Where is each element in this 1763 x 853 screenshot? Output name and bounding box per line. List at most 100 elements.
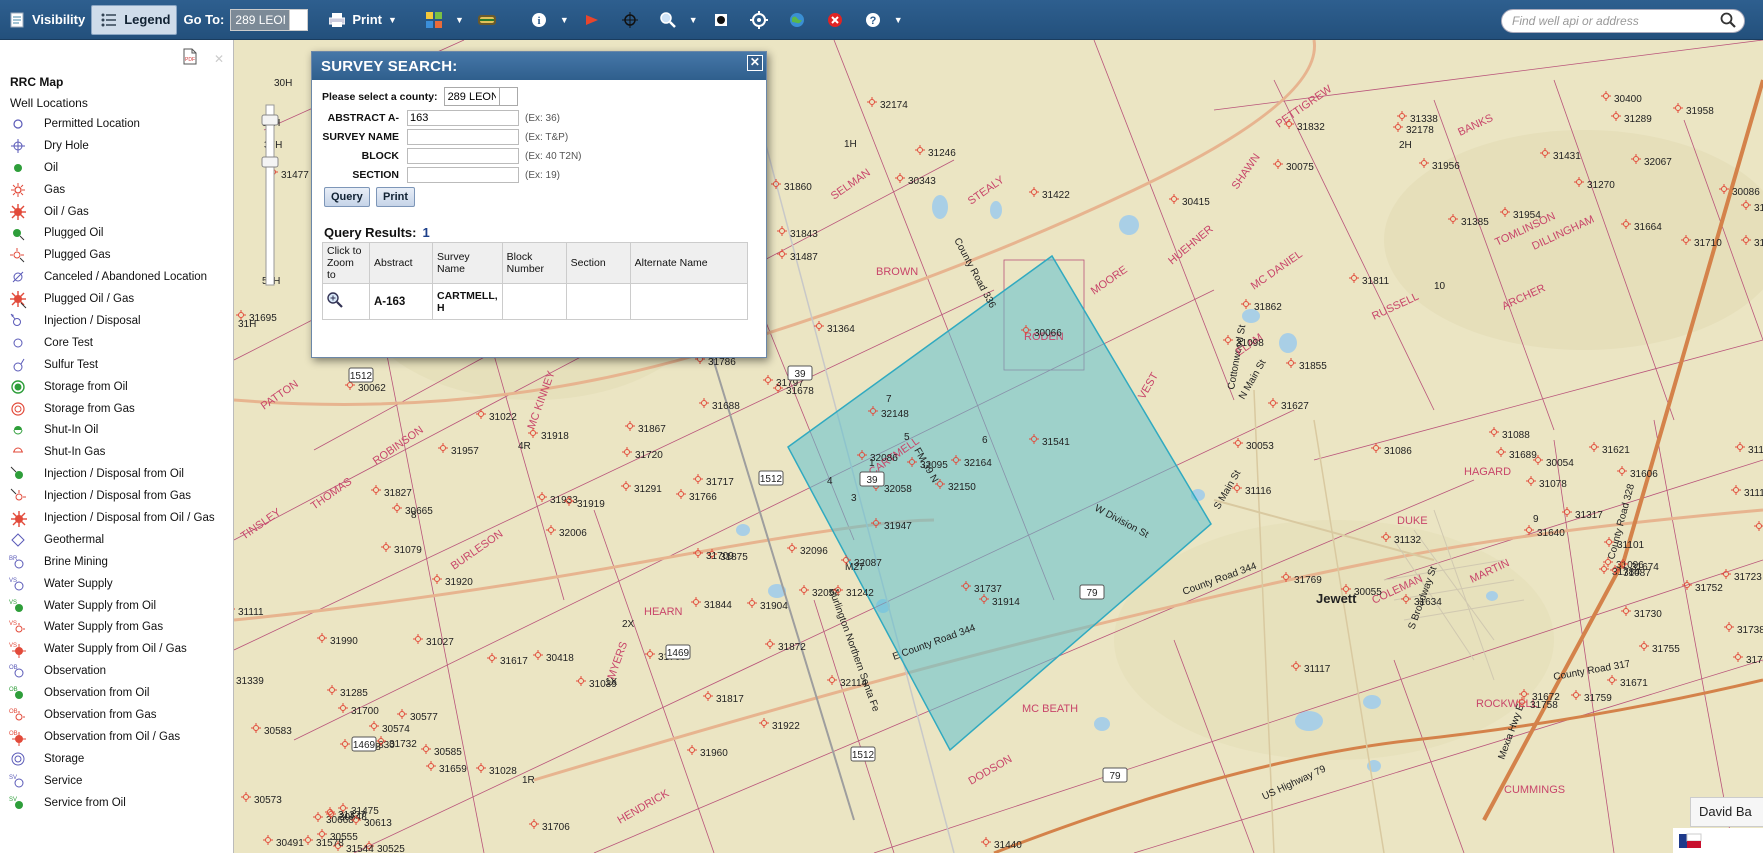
well-number: 31960 (700, 748, 728, 759)
route-shield-number: 1512 (760, 474, 783, 485)
section-label: 4R (518, 441, 531, 452)
well-number: 31242 (846, 588, 874, 599)
results-count: 1 (422, 225, 430, 240)
section-label: 2X (622, 619, 635, 630)
globe-icon (786, 9, 808, 31)
well-number: 31022 (489, 412, 517, 423)
well-number: 31422 (1042, 190, 1070, 201)
well-number: 30062 (358, 383, 386, 394)
legend-item-label: Water Supply from Oil (44, 599, 157, 612)
legend-item: Shut-In Gas (0, 441, 233, 463)
visibility-button[interactable]: Visibility (0, 5, 91, 35)
section-input[interactable] (407, 167, 519, 183)
layers-icon (476, 9, 498, 31)
legend-item: BR Brine Mining (0, 551, 233, 573)
route-shield-number: 1512 (350, 371, 373, 382)
legend-item-label: Observation from Oil / Gas (44, 730, 181, 743)
print-button[interactable]: Print (376, 187, 416, 207)
well-number: 31270 (1587, 180, 1615, 191)
water-supply-oil-gas-icon: VS (8, 639, 28, 659)
county-select[interactable] (443, 87, 500, 106)
zoom-in-button[interactable] (261, 114, 279, 126)
goto-dropdown[interactable] (290, 8, 309, 31)
pdf-icon[interactable]: PDF (183, 48, 197, 68)
query-button[interactable]: Query (324, 187, 370, 207)
legend-item: Sulfur Test (0, 354, 233, 376)
well-marker[interactable]: 31111 (234, 604, 264, 618)
section-label: SECTION (352, 169, 399, 181)
svg-text:OB: OB (9, 731, 18, 737)
survey-name-input[interactable] (407, 129, 519, 145)
survey-label: CUMMINGS (1504, 784, 1565, 796)
abstract-input[interactable] (407, 110, 519, 126)
basemap-button[interactable]: ▼ (417, 5, 470, 35)
well-number: 30665 (405, 506, 433, 517)
legend-item-label: Plugged Oil (44, 227, 104, 240)
info-button[interactable]: i ▼ (522, 5, 575, 35)
legend-item-label: Service from Oil (44, 796, 126, 809)
well-number: 31688 (712, 401, 740, 412)
extent-button[interactable] (704, 5, 742, 35)
crosshair-button[interactable] (613, 5, 651, 35)
well-number: 31627 (1281, 401, 1309, 412)
county-dropdown[interactable] (499, 87, 518, 106)
well-marker[interactable]: 31339 (234, 673, 264, 687)
search-input[interactable] (1512, 14, 1720, 28)
visibility-label: Visibility (32, 12, 86, 27)
plugged-oil-gas-icon (8, 289, 28, 309)
results-header-row: Click to Zoom to Abstract Survey Name Bl… (322, 242, 749, 284)
print-button[interactable]: Print ▼ (320, 5, 403, 35)
well-number: 30055 (1354, 587, 1382, 598)
route-shield-number: 39 (866, 475, 878, 486)
section-label: 4 (827, 476, 833, 487)
block-label: BLOCK (361, 150, 399, 162)
globe-button[interactable] (780, 5, 818, 35)
results-table: Click to Zoom to Abstract Survey Name Bl… (322, 242, 749, 320)
legend-button[interactable]: Legend (91, 4, 178, 35)
injection-gas-icon (8, 486, 28, 506)
flag-button[interactable] (575, 5, 613, 35)
well-number: 31664 (1634, 222, 1662, 233)
user-name[interactable]: David Ba (1690, 797, 1763, 827)
legend-item: Oil (0, 157, 233, 179)
observation-icon: OB (8, 661, 28, 681)
svg-text:OB: OB (9, 665, 18, 671)
section-example: (Ex: 19) (525, 169, 561, 181)
help-button[interactable]: ? ▼ (856, 5, 909, 35)
layers-button[interactable] (470, 5, 508, 35)
legend-item: Storage (0, 748, 233, 770)
goto-input[interactable] (230, 8, 291, 31)
svg-text:VS: VS (9, 643, 17, 649)
legend-item: OB Observation from Oil (0, 682, 233, 704)
well-number: 32114 (840, 678, 868, 689)
legend-item-label: Canceled / Abandoned Location (44, 271, 208, 284)
well-number: 30583 (264, 726, 292, 737)
well-number: 30574 (382, 724, 410, 735)
section-label: 10 (1434, 281, 1446, 292)
survey-label: DUKE (1397, 515, 1428, 527)
legend-item: Injection / Disposal from Oil (0, 463, 233, 485)
legend-item-label: Permitted Location (44, 117, 140, 130)
well-marker[interactable]: 31680 (234, 40, 262, 43)
search-icon[interactable] (1720, 12, 1736, 31)
well-number: 31440 (994, 840, 1022, 851)
route-shield: 1512 (348, 367, 374, 383)
zoom-handle[interactable] (261, 156, 279, 168)
block-input[interactable] (407, 148, 519, 164)
route-shield-number: 1469 (353, 740, 376, 751)
header-abstract: Abstract (369, 242, 433, 284)
close-icon[interactable]: ✕ (214, 52, 224, 66)
well-number: 31786 (708, 357, 736, 368)
well-number: 31385 (1461, 217, 1489, 228)
target-button[interactable] (742, 5, 780, 35)
legend-item: SV Service (0, 770, 233, 792)
well-number: 31098 (1236, 338, 1264, 349)
header-survey-name: Survey Name (432, 242, 503, 284)
well-number: 31659 (439, 764, 467, 775)
clear-button[interactable] (818, 5, 856, 35)
zoom-to-icon[interactable] (327, 292, 343, 311)
svg-text:SV: SV (9, 775, 17, 781)
close-icon[interactable]: ✕ (747, 55, 763, 71)
well-number: 30066 (1034, 328, 1062, 339)
zoom-button[interactable]: ▼ (651, 5, 704, 35)
